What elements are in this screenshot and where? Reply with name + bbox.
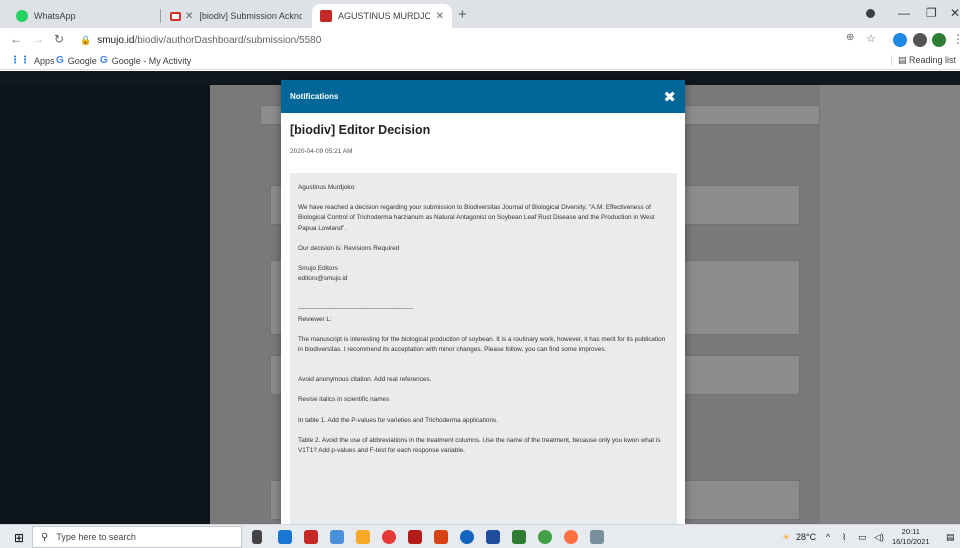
clock-date: 16/10/2021	[892, 537, 930, 546]
modal-title: Notifications	[290, 92, 339, 101]
taskbar: ⊞ ⚲ Type here to search ☀ 28°C ^ ⌇ ▭ ◁) …	[0, 524, 960, 548]
word-icon[interactable]	[486, 530, 500, 544]
firefox-icon[interactable]	[564, 530, 578, 544]
lock-icon: 🔒	[80, 34, 92, 45]
bookmark-google[interactable]: G Google	[56, 55, 97, 66]
back-icon[interactable]: ←	[10, 32, 22, 46]
bookmark-star-icon[interactable]: ☆	[866, 32, 876, 45]
app-icon[interactable]	[590, 530, 604, 544]
menu-kebab-icon[interactable]: ⋮	[952, 32, 960, 46]
address-bar[interactable]: 🔒 smujo.id /biodiv/authorDashboard/submi…	[80, 31, 860, 49]
weather-icon: ☀	[782, 532, 791, 542]
gmail-icon	[170, 11, 181, 21]
review-point: Table 2. Avoid the use of abbreviations …	[298, 436, 661, 455]
search-placeholder: Type here to search	[56, 532, 136, 542]
email-address: editors@smujo.id	[298, 275, 348, 283]
app-icon[interactable]	[330, 530, 344, 544]
powerpoint-icon[interactable]	[434, 530, 448, 544]
file-explorer-icon[interactable]	[356, 530, 370, 544]
reading-list-label: Reading list	[908, 55, 956, 65]
notifications-icon[interactable]: ▤	[946, 532, 955, 543]
tab-title: WhatsApp	[34, 11, 76, 21]
close-icon[interactable]: ✖	[663, 88, 676, 106]
task-view-icon[interactable]	[252, 530, 262, 544]
forward-icon[interactable]: →	[32, 32, 44, 46]
battery-icon[interactable]: ▭	[858, 532, 867, 543]
bookmark-apps[interactable]: ⋮⋮ Apps	[10, 55, 55, 66]
extension-icon[interactable]	[893, 33, 907, 47]
bookmark-label: Google - My Activity	[111, 55, 192, 66]
review-paragraph: The manuscript is interesting for the bi…	[298, 335, 666, 354]
notification-modal: Notifications ✖ [biodiv] Editor Decision…	[281, 80, 685, 524]
tab-whatsapp[interactable]: WhatsApp	[8, 4, 150, 28]
taskbar-search[interactable]: ⚲ Type here to search	[32, 526, 242, 548]
app-icon[interactable]	[278, 530, 292, 544]
apps-grid-icon: ⋮⋮	[10, 55, 30, 66]
email-paragraph: We have reached a decision regarding you…	[298, 204, 655, 232]
app-icon[interactable]	[408, 530, 422, 544]
tab-separator	[160, 9, 161, 23]
maximize-icon[interactable]: ❐	[926, 6, 937, 20]
network-icon[interactable]: ⌇	[842, 532, 846, 543]
windows-start-icon[interactable]: ⊞	[14, 531, 24, 545]
app-icon[interactable]	[460, 530, 474, 544]
minimize-icon[interactable]: —	[898, 6, 910, 20]
tab-submission[interactable]: AGUSTINUS MURDJOKO, Effectiv ✕	[312, 4, 452, 28]
tray-chevron-icon[interactable]: ^	[826, 532, 830, 542]
browser-tab-bar: WhatsApp ✕ [biodiv] Submission Acknowled…	[0, 0, 960, 28]
app-icon[interactable]	[538, 530, 552, 544]
review-point: Revise italics in scientific names	[298, 396, 390, 404]
url-path: /biodiv/authorDashboard/submission/5580	[134, 34, 322, 46]
bookmark-label: Apps	[34, 55, 55, 66]
google-icon: G	[56, 55, 64, 66]
app-icon[interactable]	[304, 530, 318, 544]
search-icon: ⚲	[41, 531, 49, 543]
review-point: In table 1. Add the P-values for varieti…	[298, 416, 498, 424]
email-greeting: Agustinus Murdjoko:	[298, 184, 356, 191]
google-icon: G	[100, 55, 108, 66]
tab-gmail[interactable]: ✕ [biodiv] Submission Acknowledg	[162, 4, 310, 28]
taskbar-clock[interactable]: 20:11 16/10/2021	[892, 527, 930, 547]
notification-subject: [biodiv] Editor Decision	[290, 123, 431, 137]
close-window-icon[interactable]: ✕	[950, 6, 960, 20]
bookmarks-bar: ⋮⋮ Apps G Google G Google - My Activity …	[0, 52, 960, 70]
reading-list-button[interactable]: ▤ Reading list	[890, 55, 956, 66]
bookmark-google-activity[interactable]: G Google - My Activity	[100, 55, 191, 66]
volume-icon[interactable]: ◁)	[874, 532, 884, 543]
profile-icon[interactable]	[866, 9, 875, 18]
zoom-icon[interactable]: ⊕	[846, 32, 854, 43]
email-body: Agustinus Murdjoko: We have reached a de…	[290, 173, 677, 524]
excel-icon[interactable]	[512, 530, 526, 544]
tab-title: [biodiv] Submission Acknowledg	[199, 11, 302, 21]
reviewer-label: Reviewer L:	[298, 315, 332, 323]
email-divider: ----------------------------------------…	[298, 305, 413, 313]
review-point: Avoid anonymous citation. Add real refer…	[298, 376, 432, 384]
notification-date: 2020-04-09 05:21 AM	[290, 148, 353, 155]
bookmark-label: Google	[67, 55, 97, 66]
modal-header: Notifications ✖	[281, 80, 685, 113]
new-tab-icon[interactable]: +	[458, 6, 467, 23]
tab-title: AGUSTINUS MURDJOKO, Effectiv	[338, 11, 430, 21]
weather-text[interactable]: 28°C	[796, 532, 816, 542]
close-tab-icon[interactable]: ✕	[436, 11, 444, 22]
clock-time: 20:11	[901, 527, 920, 536]
email-decision: Our decision is: Revisions Required	[298, 244, 400, 252]
browser-toolbar: ← → ↻ 🔒 smujo.id /biodiv/authorDashboard…	[0, 28, 960, 52]
close-tab-icon[interactable]: ✕	[185, 11, 193, 22]
reading-list-icon: ▤	[897, 55, 909, 65]
email-signature: Smujo Editors	[298, 265, 338, 273]
chrome-icon[interactable]	[382, 530, 396, 544]
smujo-favicon-icon	[320, 10, 332, 22]
reload-icon[interactable]: ↻	[54, 32, 64, 46]
puzzle-extensions-icon[interactable]	[913, 33, 927, 47]
shield-extension-icon[interactable]	[932, 33, 946, 47]
url-host: smujo.id	[97, 34, 135, 46]
whatsapp-icon	[16, 10, 28, 22]
